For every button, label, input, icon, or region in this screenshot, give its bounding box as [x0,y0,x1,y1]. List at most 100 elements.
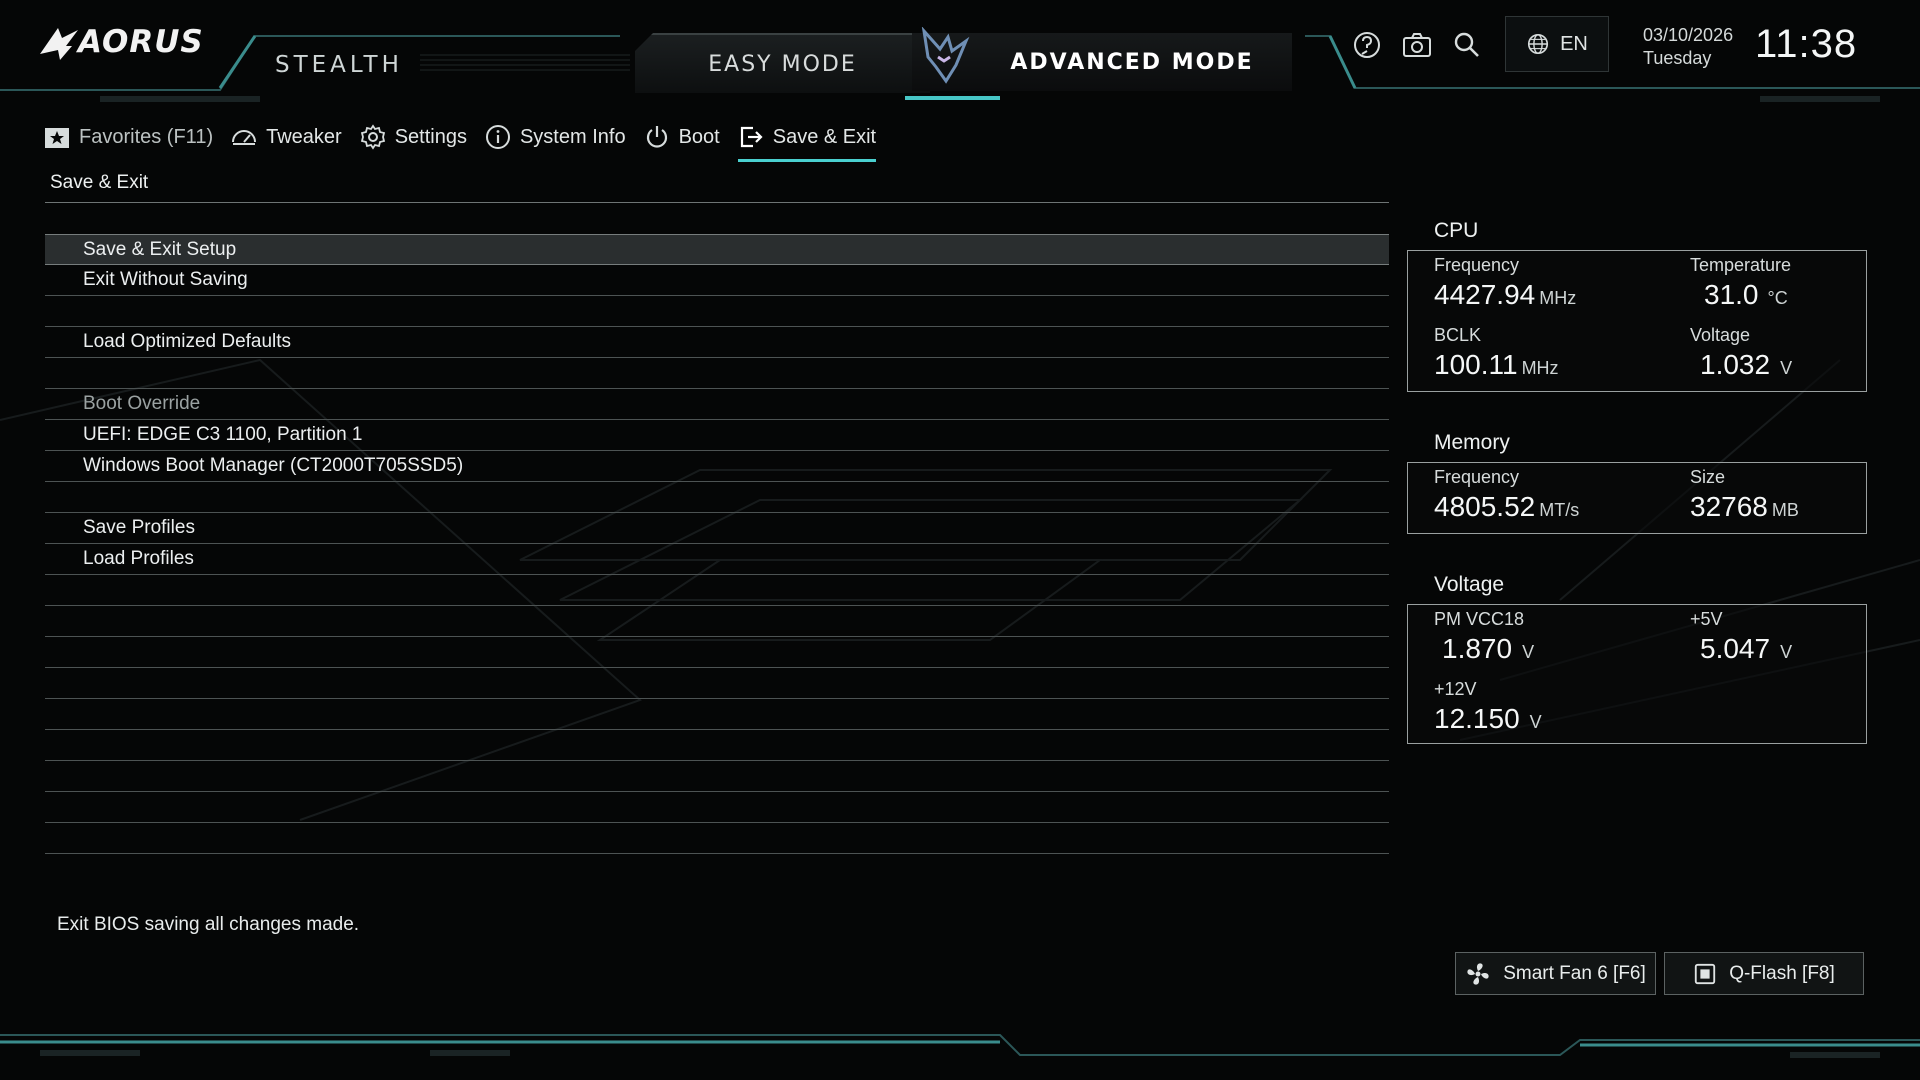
easy-mode-tab[interactable]: EASY MODE [635,33,930,93]
value-text: 31.0 [1704,279,1759,310]
value-text: 4427.94 [1434,279,1536,310]
memory-panel: Frequency 4805.52 MT/s Size 32768 MB [1407,462,1867,534]
camera-icon[interactable] [1400,28,1434,62]
tab-favorites[interactable]: Favorites (F11) [44,124,213,154]
pmvcc18-value: 1.870 V [1442,633,1534,665]
date-text: 03/10/2026 [1643,25,1734,45]
tab-save-exit-label: Save & Exit [772,125,877,148]
speedometer-icon [232,130,257,145]
cpu-panel: Frequency 4427.94 MHz Temperature 31.0 °C … [1407,250,1867,392]
empty-row [45,482,1389,513]
bclk-label: BCLK [1434,325,1482,345]
tab-system-info-label: System Info [519,125,626,148]
qflash-label: Q-Flash [F8] [1729,962,1835,984]
title-divider [45,202,1389,203]
star-icon [45,128,69,148]
value-text: 4805.52 [1434,491,1536,522]
page-title: Save & Exit [50,172,149,193]
option-label: Boot Override [83,393,201,414]
empty-row [45,761,1389,792]
chip-icon [1695,963,1716,984]
option-label: Exit Without Saving [83,269,248,290]
boot-override-header: Boot Override [45,389,1389,420]
option-label: Windows Boot Manager (CT2000T705SSD5) [83,455,464,476]
empty-row [45,730,1389,761]
option-exit-without-saving[interactable]: Exit Without Saving [45,265,1389,296]
option-list: Save & Exit Setup Exit Without Saving Lo… [45,234,1389,854]
date-display: 03/10/2026 Tuesday [1643,24,1733,70]
tab-boot-label: Boot [678,125,720,148]
logo-text: AORUS [78,24,204,60]
search-icon[interactable] [1450,28,1484,62]
option-label: Load Profiles [83,548,194,569]
tab-tweaker-label: Tweaker [266,125,342,148]
help-text: Exit BIOS saving all changes made. [57,914,360,935]
empty-row [45,575,1389,606]
option-load-profiles[interactable]: Load Profiles [45,544,1389,575]
option-label: Load Optimized Defaults [83,331,292,352]
value-text: 32768 [1690,491,1768,522]
smart-fan-label: Smart Fan 6 [F6] [1503,962,1646,984]
unit-text: MHz [1521,358,1559,378]
empty-row [45,637,1389,668]
option-boot-windows-manager[interactable]: Windows Boot Manager (CT2000T705SSD5) [45,451,1389,482]
v5-value: 5.047 V [1700,633,1792,665]
value-text: 5.047 [1700,633,1771,664]
memory-size-label: Size [1690,467,1726,487]
weekday-text: Tuesday [1643,48,1712,68]
help-icon[interactable] [1350,28,1384,62]
tab-favorites-label: Favorites (F11) [79,125,214,148]
unit-text: V [1522,642,1535,662]
pmvcc18-label: PM VCC18 [1434,609,1525,629]
cpu-frequency-label: Frequency [1434,255,1520,275]
memory-frequency-value: 4805.52 MT/s [1434,491,1579,523]
unit-text: V [1780,642,1793,662]
eagle-icon [40,28,78,60]
unit-text: MB [1771,500,1799,520]
empty-row [45,606,1389,637]
qflash-button[interactable]: Q-Flash [F8] [1664,952,1864,995]
tab-tweaker[interactable]: Tweaker [231,124,342,154]
main-nav: Favorites (F11) Tweaker Settings System … [44,124,877,162]
option-label: UEFI: EDGE C3 1100, Partition 1 [83,424,363,445]
empty-row [45,792,1389,823]
value-text: 1.032 [1700,349,1771,380]
unit-text: V [1780,358,1793,378]
memory-frequency-label: Frequency [1434,467,1520,487]
power-icon [646,126,667,148]
value-text: 100.11 [1434,349,1518,380]
tab-boot[interactable]: Boot [644,124,720,154]
bclk-value: 100.11 MHz [1434,349,1559,381]
cpu-frequency-value: 4427.94 MHz [1434,279,1576,311]
empty-row [45,668,1389,699]
memory-size-value: 32768 MB [1690,491,1799,523]
option-label: Save Profiles [83,517,195,538]
advanced-mode-tab[interactable]: ADVANCED MODE [912,27,1292,91]
aorus-logo: AORUS [38,22,213,66]
option-save-exit-setup[interactable]: Save & Exit Setup [45,234,1389,265]
tab-settings[interactable]: Settings [360,124,467,154]
value-text: 12.150 [1434,703,1520,734]
sub-brand: STEALTH [275,52,403,78]
language-label: EN [1560,32,1588,55]
cpu-temperature-label: Temperature [1690,255,1792,275]
option-load-optimized-defaults[interactable]: Load Optimized Defaults [45,327,1389,358]
easy-mode-label: EASY MODE [708,51,857,77]
gear-icon [360,124,385,150]
info-icon [485,125,510,149]
cpu-voltage-value: 1.032 V [1700,349,1792,381]
tab-system-info[interactable]: System Info [485,124,626,154]
memory-title: Memory [1434,431,1510,454]
unit-text: MHz [1539,288,1577,308]
globe-icon [1528,33,1549,55]
empty-row [45,358,1389,389]
language-selector[interactable]: EN [1505,16,1609,72]
exit-icon [740,126,763,148]
smart-fan-button[interactable]: Smart Fan 6 [F6] [1455,952,1656,995]
option-save-profiles[interactable]: Save Profiles [45,513,1389,544]
option-label: Save & Exit Setup [83,238,237,260]
cpu-title: CPU [1434,219,1479,242]
option-boot-uefi-edge[interactable]: UEFI: EDGE C3 1100, Partition 1 [45,420,1389,451]
fan-icon [1467,962,1489,985]
tab-save-exit[interactable]: Save & Exit [737,124,877,162]
